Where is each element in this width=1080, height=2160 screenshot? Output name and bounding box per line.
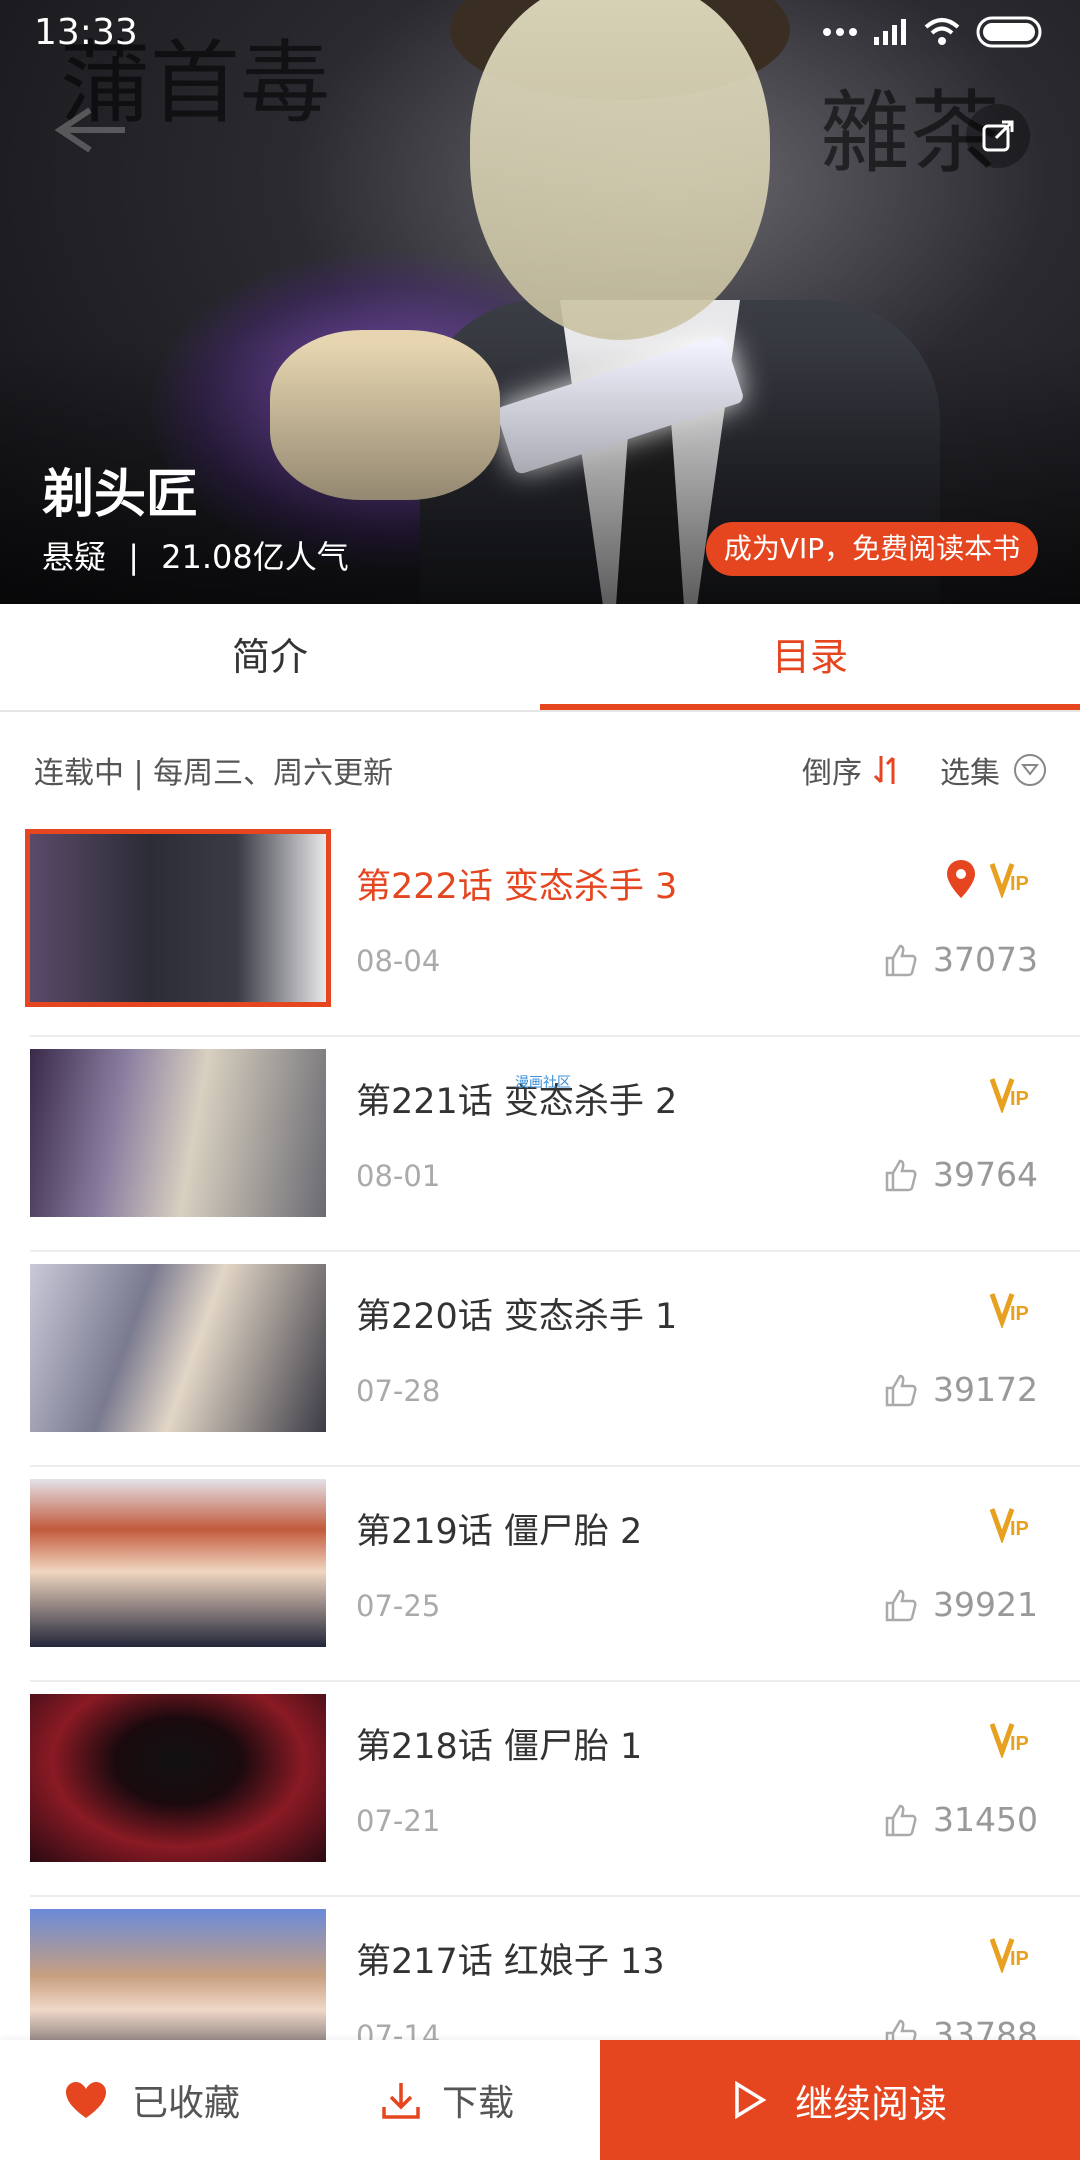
tab-indicator: [540, 704, 1080, 710]
back-arrow-icon[interactable]: [50, 100, 130, 160]
episode-date: 08-04: [356, 944, 441, 978]
episode-date: 07-21: [356, 1804, 441, 1838]
episode-likes[interactable]: 39764: [883, 1155, 1038, 1194]
thumbs-up-icon: [885, 1804, 917, 1836]
battery-icon: [976, 16, 1042, 48]
status-time: 13:33: [34, 12, 138, 53]
wifi-icon: [924, 18, 960, 45]
vip-badge-icon: IP: [990, 1293, 1029, 1328]
likes-count: 39172: [933, 1370, 1038, 1409]
sort-arrows-icon: [873, 756, 895, 784]
episode-likes[interactable]: 39172: [883, 1370, 1038, 1409]
thumbs-up-icon: [885, 1374, 917, 1406]
vip-badge-icon: IP: [990, 1723, 1029, 1758]
filter-circle-icon: [1014, 754, 1046, 786]
favorite-label: 已收藏: [132, 2083, 241, 2124]
location-pin-icon: [947, 860, 975, 898]
likes-count: 37073: [933, 940, 1038, 979]
thumbs-up-icon: [885, 1589, 917, 1621]
episode-title: 第222话 变态杀手 3: [356, 867, 678, 907]
episode-row[interactable]: 第218话 僵尸胎 1 IP 07-21 31450: [0, 1682, 1080, 1897]
select-label: 选集: [940, 756, 1000, 791]
select-episodes[interactable]: 选集: [940, 748, 1048, 792]
svg-text:IP: IP: [1010, 1518, 1029, 1540]
watermark-text: 漫画社区: [515, 1075, 571, 1091]
svg-text:IP: IP: [1010, 1303, 1029, 1325]
heart-icon: [66, 2082, 106, 2118]
episode-row[interactable]: 第222话 变态杀手 3 IP 08-04 37073: [0, 822, 1080, 1037]
download-label: 下载: [442, 2083, 515, 2124]
signal-icon: [874, 19, 906, 45]
favorite-button[interactable]: 已收藏: [64, 2040, 240, 2160]
more-dots-icon: [823, 28, 857, 36]
tab-intro[interactable]: 简介: [0, 604, 540, 710]
svg-text:IP: IP: [1010, 873, 1029, 895]
continue-reading-label: 继续阅读: [794, 2081, 947, 2126]
share-button[interactable]: [966, 104, 1030, 168]
episode-likes[interactable]: 31450: [883, 1800, 1038, 1839]
sort-toggle[interactable]: 倒序: [802, 748, 902, 792]
episode-thumbnail: [30, 1049, 326, 1217]
update-schedule: 连载中 | 每周三、周六更新: [34, 756, 394, 791]
become-vip-button[interactable]: 成为VIP，免费阅读本书: [706, 522, 1038, 576]
likes-count: 39764: [933, 1155, 1038, 1194]
vip-badge-icon: IP: [990, 1938, 1029, 1973]
episode-date: 07-25: [356, 1589, 441, 1623]
episode-title: 第220话 变态杀手 1: [356, 1297, 678, 1337]
likes-count: 39921: [933, 1585, 1038, 1624]
status-icons: [822, 16, 1046, 48]
likes-count: 31450: [933, 1800, 1038, 1839]
thumbs-up-icon: [885, 1159, 917, 1191]
status-bar: 13:33: [0, 0, 1080, 66]
genre-label: 悬疑: [42, 538, 107, 576]
play-icon: [735, 2080, 767, 2120]
episode-thumbnail: [30, 1479, 326, 1647]
episode-row[interactable]: 第219话 僵尸胎 2 IP 07-25 39921: [0, 1467, 1080, 1682]
download-icon: [382, 2083, 420, 2119]
tab-bar: 简介 目录: [0, 604, 1080, 712]
comic-meta: 悬疑 | 21.08亿人气: [42, 532, 349, 578]
episode-date: 08-01: [356, 1159, 441, 1193]
episode-likes[interactable]: 37073: [883, 940, 1038, 979]
episode-thumbnail: [30, 1264, 326, 1432]
popularity-label: 21.08亿人气: [161, 538, 349, 576]
bottom-action-bar: 已收藏 下载 继续阅读: [0, 2040, 1080, 2160]
comic-title: 剃头匠: [42, 465, 199, 525]
vip-badge-icon: IP: [990, 1078, 1029, 1113]
episode-row[interactable]: 第221话 变态杀手 2 IP 08-01 39764: [0, 1037, 1080, 1252]
episode-row[interactable]: 第220话 变态杀手 1 IP 07-28 39172: [0, 1252, 1080, 1467]
episode-likes[interactable]: 39921: [883, 1585, 1038, 1624]
continue-reading-button[interactable]: 继续阅读: [600, 2040, 1080, 2160]
vip-badge-icon: IP: [990, 863, 1029, 898]
thumbs-up-icon: [885, 944, 917, 976]
svg-text:IP: IP: [1010, 1948, 1029, 1970]
svg-text:IP: IP: [1010, 1733, 1029, 1755]
vip-badge-icon: IP: [990, 1508, 1029, 1543]
episode-title: 第218话 僵尸胎 1: [356, 1727, 643, 1767]
episode-title: 第217话 红娘子 13: [356, 1942, 665, 1982]
episode-thumbnail: [30, 834, 326, 1002]
cover-banner: 蒲首毒 雜茶 13:33 剃头匠 悬疑 | 21.08亿人气 成为VIP，免费阅…: [0, 0, 1080, 604]
episode-date: 07-28: [356, 1374, 441, 1408]
share-icon: [982, 120, 1014, 152]
sort-label: 倒序: [802, 756, 862, 791]
meta-separator: |: [128, 538, 139, 576]
svg-text:IP: IP: [1010, 1088, 1029, 1110]
catalog-header: 连载中 | 每周三、周六更新 倒序 选集: [0, 712, 1080, 822]
episode-thumbnail: [30, 1694, 326, 1862]
episode-title: 第219话 僵尸胎 2: [356, 1512, 643, 1552]
tab-catalog[interactable]: 目录: [540, 604, 1080, 710]
download-button[interactable]: 下载: [380, 2040, 514, 2160]
